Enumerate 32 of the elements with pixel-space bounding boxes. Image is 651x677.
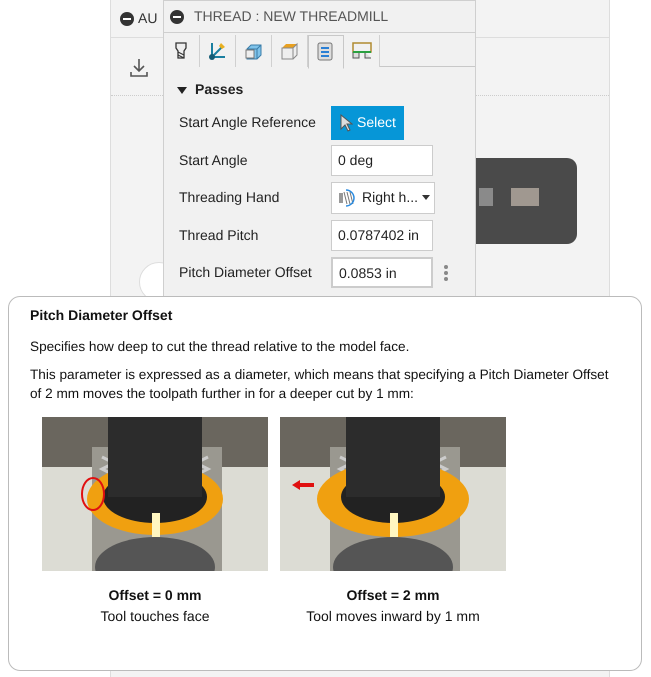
tab[interactable]	[344, 35, 380, 67]
triangle-icon[interactable]	[177, 84, 187, 94]
collapse-icon[interactable]	[170, 10, 184, 24]
caption: Tool moves inward by 1 mm	[306, 607, 480, 626]
paragraph: This parameter is expressed as a diameter, which means that specifying a Pitch Diameter Offset of 2 mm moves the toolpath further in for a deeper cut by 1 mm:	[30, 366, 610, 403]
field-label: Pitch Diameter Offset	[179, 263, 313, 282]
field-label: Start Angle	[179, 150, 248, 170]
box-icon	[278, 40, 300, 62]
caption: Tool touches face	[100, 607, 210, 626]
input-field[interactable]: 0.0853 in	[331, 257, 433, 288]
caption-title: Offset = 2 mm	[346, 586, 440, 606]
cursor-icon	[339, 114, 353, 132]
tab[interactable]	[200, 35, 236, 67]
paragraph: Specifies how deep to cut the thread relative to the model face.	[30, 338, 410, 356]
blurred-mark	[479, 188, 493, 206]
caret-icon	[422, 195, 430, 200]
input-field[interactable]: 0 deg	[331, 144, 433, 176]
caption-title: Offset = 0 mm	[108, 586, 202, 606]
dialog-title: THREAD : NEW THREADMILL	[194, 7, 388, 26]
field-label: Thread Pitch	[179, 226, 260, 245]
section-title: Passes	[195, 80, 244, 99]
field-label: Threading Hand	[179, 188, 280, 208]
collapse-icon[interactable]	[120, 12, 134, 26]
download-icon[interactable]	[129, 56, 149, 76]
field-label: Start Angle Reference	[179, 113, 317, 132]
dropdown[interactable]: Right h...	[331, 182, 435, 214]
more-icon[interactable]	[443, 264, 449, 282]
tooltip-title: Pitch Diameter Offset	[30, 306, 174, 325]
blurred-mark	[511, 188, 539, 206]
panel-title: AU	[138, 9, 158, 28]
input-field[interactable]: 0.0787402 in	[331, 220, 433, 251]
tab[interactable]	[164, 35, 200, 67]
